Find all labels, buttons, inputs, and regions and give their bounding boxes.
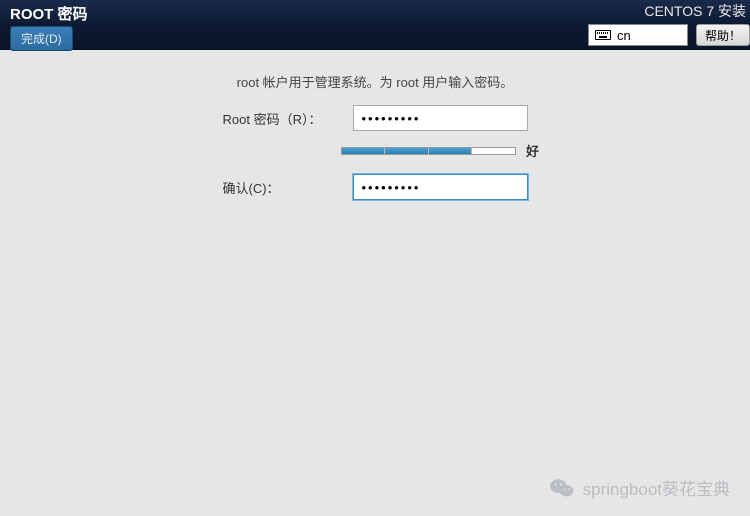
strength-segment	[429, 148, 473, 154]
root-password-input[interactable]	[353, 105, 528, 131]
topbar-left: ROOT 密码 完成(D)	[0, 0, 88, 51]
watermark: springboot葵花宝典	[549, 475, 730, 500]
strength-segment	[472, 148, 515, 154]
strength-segment	[342, 148, 386, 154]
confirm-label: 确认(C)：	[223, 178, 343, 197]
confirm-row: 确认(C)：	[223, 174, 528, 200]
password-strength-meter	[341, 147, 516, 155]
keyboard-icon	[595, 30, 611, 40]
keyboard-layout-selector[interactable]: cn	[588, 24, 688, 46]
password-label: Root 密码（R）：	[223, 109, 343, 128]
language-code: cn	[617, 28, 631, 43]
strength-label: 好	[526, 141, 539, 160]
watermark-text: springboot葵花宝典	[583, 475, 730, 500]
page-title: ROOT 密码	[10, 3, 88, 24]
wechat-icon	[549, 477, 575, 499]
confirm-password-input[interactable]	[353, 174, 528, 200]
strength-row: 好	[341, 141, 539, 160]
topbar-right: CENTOS 7 安装 cn 帮助！	[588, 0, 750, 46]
installer-title: CENTOS 7 安装	[644, 1, 746, 21]
help-button[interactable]: 帮助！	[696, 24, 750, 46]
instruction-text: root 帐户用于管理系统。为 root 用户输入密码。	[237, 72, 514, 91]
password-row: Root 密码（R）：	[223, 105, 528, 131]
done-button[interactable]: 完成(D)	[10, 26, 73, 51]
main-content: root 帐户用于管理系统。为 root 用户输入密码。 Root 密码（R）：…	[0, 50, 750, 232]
top-bar: ROOT 密码 完成(D) CENTOS 7 安装 cn 帮助！	[0, 0, 750, 50]
strength-segment	[385, 148, 429, 154]
